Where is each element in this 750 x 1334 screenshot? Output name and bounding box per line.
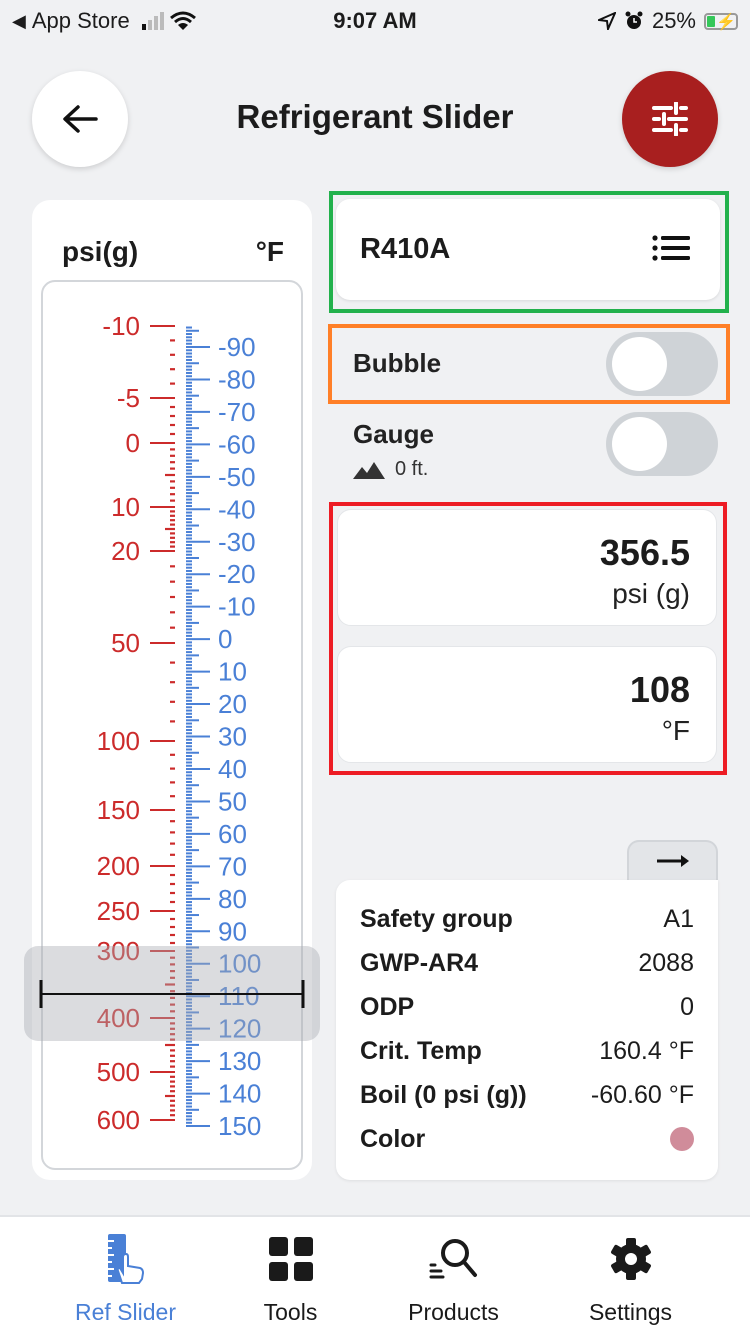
info-value: 2088 [638, 948, 694, 977]
sliders-icon [652, 102, 688, 136]
info-value: 0 [680, 992, 694, 1021]
filter-button[interactable] [622, 71, 718, 167]
slider-indicator-line [39, 980, 305, 1008]
info-row: GWP-AR4 2088 [360, 943, 694, 983]
altitude-value: 0 ft. [395, 458, 429, 480]
bubble-toggle[interactable] [606, 332, 718, 396]
info-value: 160.4 °F [599, 1036, 694, 1065]
battery-percent: 25% [651, 8, 696, 33]
pressure-value: 356.5 [599, 532, 690, 573]
mountain-icon [353, 461, 385, 479]
info-key: Color [360, 1124, 426, 1153]
bottom-nav: Ref Slider Tools Products Settings [0, 1215, 750, 1334]
info-key: Boil (0 psi (g)) [360, 1080, 527, 1109]
nav-label: Tools [263, 1299, 318, 1325]
grid-icon [268, 1237, 313, 1281]
pressure-unit: psi (g) [612, 578, 690, 609]
nav-settings[interactable]: Settings [537, 1217, 724, 1334]
info-row: Boil (0 psi (g)) -60.60 °F [360, 1075, 694, 1115]
nav-tools[interactable]: Tools [197, 1217, 384, 1334]
arrow-right-icon [656, 855, 689, 867]
slider-handle[interactable] [24, 946, 320, 1041]
altitude[interactable]: 0 ft. [353, 458, 428, 481]
info-value: A1 [663, 904, 694, 933]
list-icon[interactable] [652, 235, 690, 261]
info-value: -60.60 °F [590, 1080, 694, 1109]
alarm-icon [625, 11, 643, 29]
gauge-label: Gauge [353, 419, 434, 449]
info-key: ODP [360, 992, 415, 1021]
nav-label: Settings [588, 1299, 673, 1325]
pressure-unit-label: psi(g) [62, 236, 139, 267]
nav-label: Ref Slider [75, 1299, 176, 1325]
refrigerant-selector[interactable]: R410A [336, 199, 720, 300]
temperature-unit: °F [661, 715, 690, 746]
temperature-value: 108 [629, 669, 690, 710]
info-key: Crit. Temp [360, 1036, 482, 1065]
nav-ref-slider[interactable]: Ref Slider [32, 1217, 219, 1334]
search-list-icon [429, 1239, 477, 1279]
info-key: GWP-AR4 [360, 948, 479, 977]
gauge-toggle[interactable] [606, 412, 718, 476]
info-row: Safety group A1 [360, 899, 694, 939]
temperature-value-field[interactable]: 108 °F [337, 646, 717, 763]
refrigerant-info-card: Safety group A1 GWP-AR4 2088 ODP 0 Crit. Temp 1… [336, 880, 718, 1180]
color-swatch [670, 1127, 694, 1151]
battery-icon: ⚡ [704, 12, 738, 31]
temperature-unit-label: °F [255, 236, 284, 267]
info-row: Color [360, 1119, 694, 1159]
info-row: ODP 0 [360, 987, 694, 1027]
nav-label: Products [408, 1299, 499, 1325]
info-key: Safety group [360, 904, 513, 933]
info-row: Crit. Temp 160.4 °F [360, 1031, 694, 1071]
status-bar: ◀ App Store 9:07 AM 25% ⚡ [0, 0, 750, 42]
ruler-hand-icon [107, 1234, 144, 1284]
location-icon [597, 12, 616, 30]
nav-products[interactable]: Products [360, 1217, 547, 1334]
pressure-value-field[interactable]: 356.5 psi (g) [337, 509, 717, 626]
bubble-label: Bubble [353, 348, 442, 378]
gear-icon [610, 1238, 651, 1280]
refrigerant-name: R410A [360, 233, 451, 265]
